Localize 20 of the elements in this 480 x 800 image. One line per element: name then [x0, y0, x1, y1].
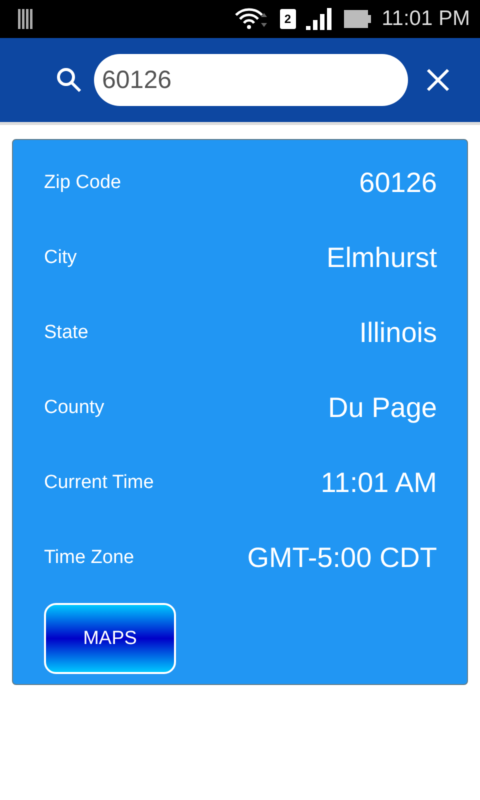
search-field[interactable]: 60126: [94, 54, 408, 106]
field-label: Current Time: [44, 472, 154, 494]
search-icon[interactable]: [56, 67, 82, 93]
wifi-icon: [234, 7, 270, 31]
sim-icon: 2: [280, 9, 296, 29]
status-time: 11:01 PM: [382, 7, 470, 31]
field-label: County: [44, 396, 104, 418]
field-label: Zip Code: [44, 172, 122, 194]
field-value: 60126: [359, 166, 437, 198]
battery-icon: [344, 10, 372, 28]
field-value: 11:01 AM: [320, 466, 437, 498]
field-value: Elmhurst: [326, 242, 437, 274]
field-value: Du Page: [328, 392, 437, 424]
field-label: City: [44, 246, 77, 268]
field-value: GMT-5:00 CDT: [247, 542, 437, 574]
maps-button[interactable]: MAPS: [44, 603, 176, 674]
field-value: Illinois: [359, 316, 437, 348]
signal-icon: [306, 8, 334, 30]
field-label: State: [44, 322, 88, 344]
field-label: Time Zone: [44, 546, 134, 568]
